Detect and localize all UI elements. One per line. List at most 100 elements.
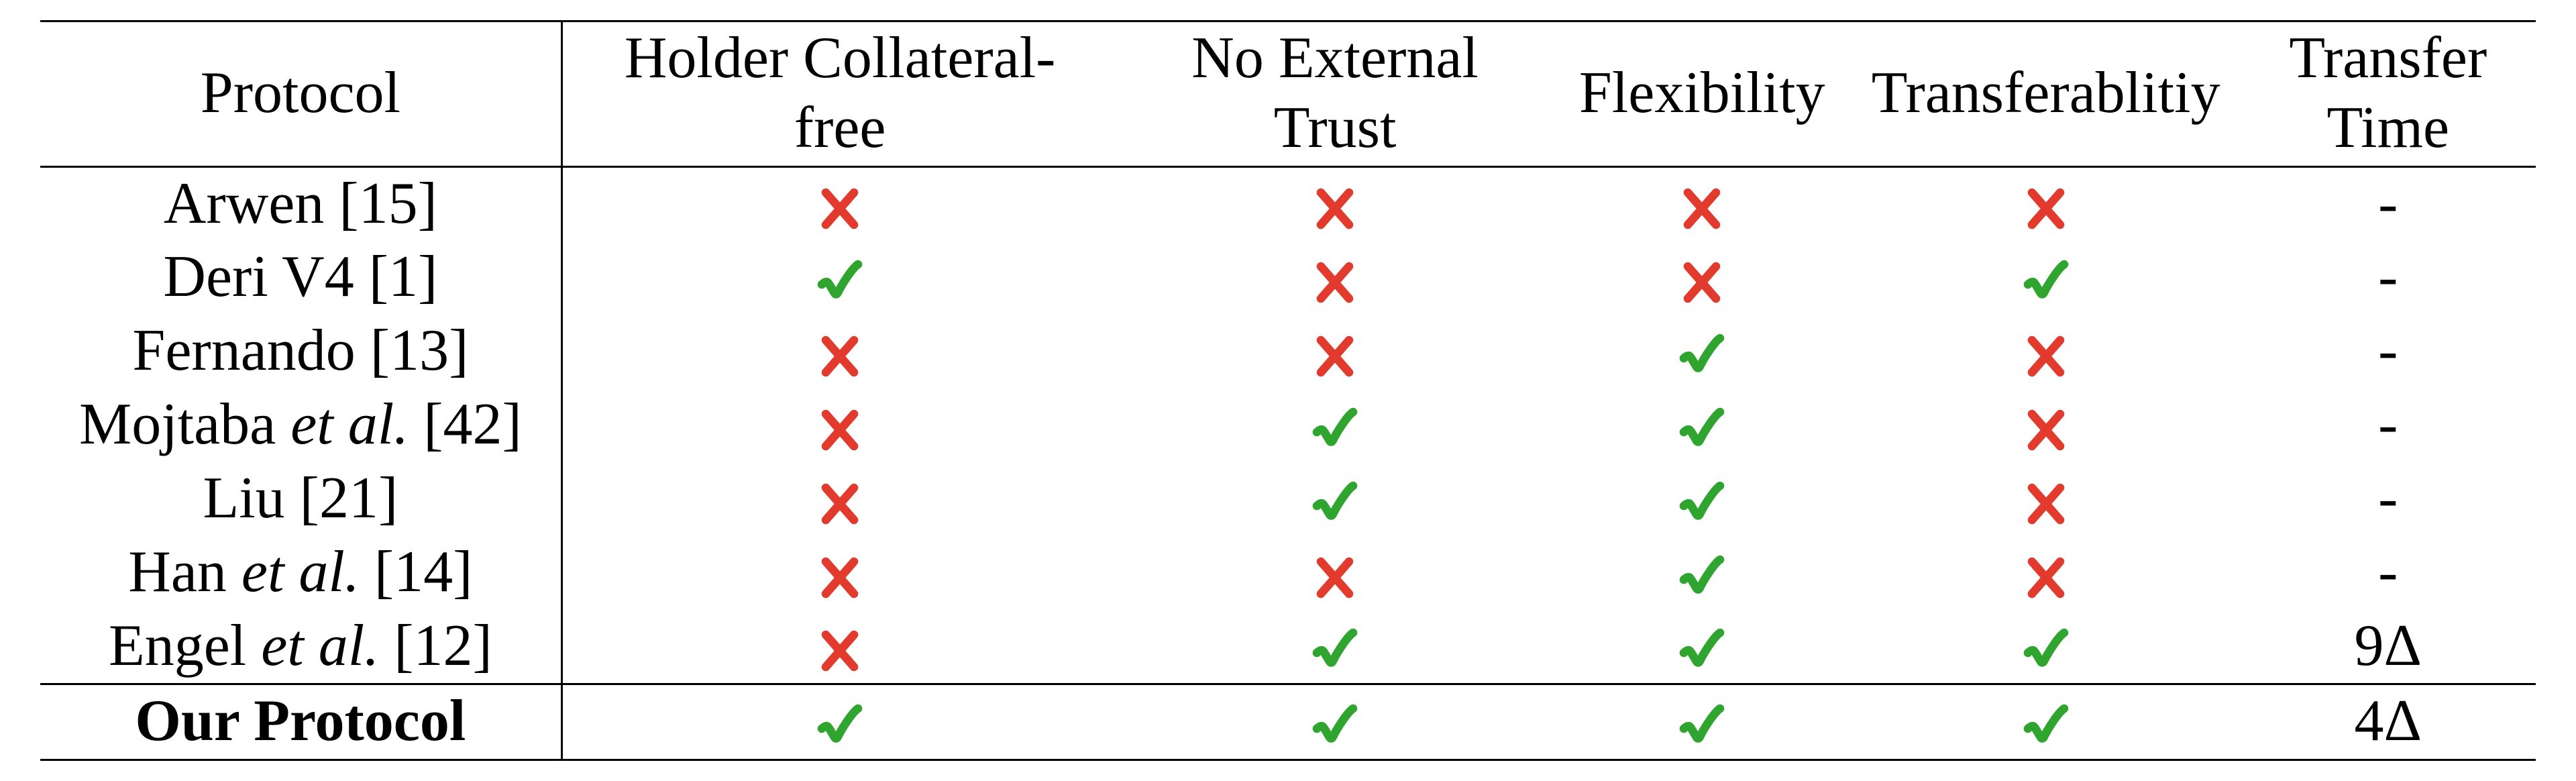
- net-cell: [1118, 166, 1553, 241]
- flex-cell: [1553, 684, 1851, 760]
- hcf-cell: [561, 388, 1117, 462]
- protocol-etal: et al.: [241, 539, 360, 605]
- cross-icon: [816, 332, 864, 380]
- transfer-time-cell: -: [2241, 536, 2536, 610]
- col-trans-header: Transferablitiy: [1851, 21, 2241, 167]
- table-row: Arwen [15] -: [40, 166, 2536, 241]
- cross-icon: [816, 627, 864, 675]
- table-row: Engel et al. [12] 9Δ: [40, 610, 2536, 684]
- net-cell: [1118, 536, 1553, 610]
- protocol-cell: Arwen [15]: [40, 166, 561, 241]
- trans-cell: [1851, 315, 2241, 388]
- col-time-header: Transfer Time: [2241, 21, 2536, 167]
- check-icon: [2022, 627, 2070, 675]
- check-icon: [1678, 406, 1726, 454]
- protocol-name: Engel: [109, 613, 261, 678]
- trans-cell: [1851, 536, 2241, 610]
- transfer-time-cell: -: [2241, 388, 2536, 462]
- protocol-name: Han: [128, 539, 241, 605]
- table-row: Deri V4 [1] -: [40, 241, 2536, 315]
- protocol-post: [409, 392, 423, 457]
- col-net-header: No External Trust: [1118, 21, 1553, 167]
- protocol-cell: Deri V4 [1]: [40, 241, 561, 315]
- check-icon: [1678, 332, 1726, 380]
- net-cell: [1118, 315, 1553, 388]
- cross-icon: [1678, 185, 1726, 233]
- check-icon: [1311, 627, 1359, 675]
- protocol-cell: Fernando [13]: [40, 315, 561, 388]
- protocol-name: Our Protocol: [135, 688, 466, 753]
- cross-icon: [1311, 185, 1359, 233]
- table-row: Fernando [13] -: [40, 315, 2536, 388]
- hcf-cell: [561, 536, 1117, 610]
- check-icon: [1311, 480, 1359, 528]
- protocol-post: [360, 539, 374, 605]
- check-icon: [1678, 627, 1726, 675]
- check-icon: [2022, 258, 2070, 307]
- check-icon: [1678, 480, 1726, 528]
- table-row: Liu [21] -: [40, 462, 2536, 536]
- cross-icon: [2022, 406, 2070, 454]
- transfer-time-cell: -: [2241, 462, 2536, 536]
- flex-cell: [1553, 166, 1851, 241]
- protocol-name: Deri V4: [163, 244, 368, 309]
- net-cell: [1118, 684, 1553, 760]
- check-icon: [816, 702, 864, 751]
- trans-cell: [1851, 462, 2241, 536]
- trans-cell: [1851, 388, 2241, 462]
- net-cell: [1118, 241, 1553, 315]
- col-flex-header: Flexibility: [1553, 21, 1851, 167]
- flex-cell: [1553, 241, 1851, 315]
- table-row: Han et al. [14] -: [40, 536, 2536, 610]
- trans-cell: [1851, 166, 2241, 241]
- check-icon: [1311, 406, 1359, 454]
- protocol-ref: [14]: [374, 539, 473, 605]
- flex-cell: [1553, 315, 1851, 388]
- hcf-cell: [561, 684, 1117, 760]
- table-row: Mojtaba et al. [42] -: [40, 388, 2536, 462]
- cross-icon: [2022, 332, 2070, 380]
- hcf-cell: [561, 610, 1117, 684]
- cross-icon: [2022, 480, 2070, 528]
- check-icon: [816, 258, 864, 307]
- protocol-cell: Liu [21]: [40, 462, 561, 536]
- flex-cell: [1553, 388, 1851, 462]
- protocol-name: Mojtaba: [79, 392, 290, 457]
- flex-cell: [1553, 536, 1851, 610]
- protocol-post: [379, 613, 394, 678]
- hcf-cell: [561, 241, 1117, 315]
- flex-cell: [1553, 610, 1851, 684]
- protocol-etal: et al.: [261, 613, 379, 678]
- protocol-cell: Mojtaba et al. [42]: [40, 388, 561, 462]
- trans-cell: [1851, 241, 2241, 315]
- table-header-row: Protocol Holder Collateral-free No Exter…: [40, 21, 2536, 167]
- transfer-time-cell: 4Δ: [2241, 684, 2536, 760]
- cross-icon: [1678, 258, 1726, 307]
- trans-cell: [1851, 684, 2241, 760]
- transfer-time-cell: 9Δ: [2241, 610, 2536, 684]
- hcf-cell: [561, 462, 1117, 536]
- cross-icon: [816, 554, 864, 602]
- col-hcf-header: Holder Collateral-free: [561, 21, 1117, 167]
- net-cell: [1118, 610, 1553, 684]
- flex-cell: [1553, 462, 1851, 536]
- cross-icon: [816, 480, 864, 528]
- col-protocol-header: Protocol: [40, 21, 561, 167]
- protocol-ref: [1]: [369, 244, 438, 309]
- cross-icon: [816, 406, 864, 454]
- transfer-time-cell: -: [2241, 166, 2536, 241]
- protocol-name: Arwen: [164, 171, 339, 236]
- check-icon: [1678, 702, 1726, 751]
- cross-icon: [2022, 554, 2070, 602]
- protocol-ref: [21]: [300, 466, 398, 531]
- hcf-cell: [561, 166, 1117, 241]
- protocol-ref: [15]: [339, 171, 437, 236]
- cross-icon: [816, 185, 864, 233]
- cross-icon: [1311, 554, 1359, 602]
- trans-cell: [1851, 610, 2241, 684]
- net-cell: [1118, 388, 1553, 462]
- protocol-cell: Our Protocol: [40, 684, 561, 760]
- protocol-ref: [12]: [394, 613, 492, 678]
- transfer-time-cell: -: [2241, 241, 2536, 315]
- protocol-cell: Engel et al. [12]: [40, 610, 561, 684]
